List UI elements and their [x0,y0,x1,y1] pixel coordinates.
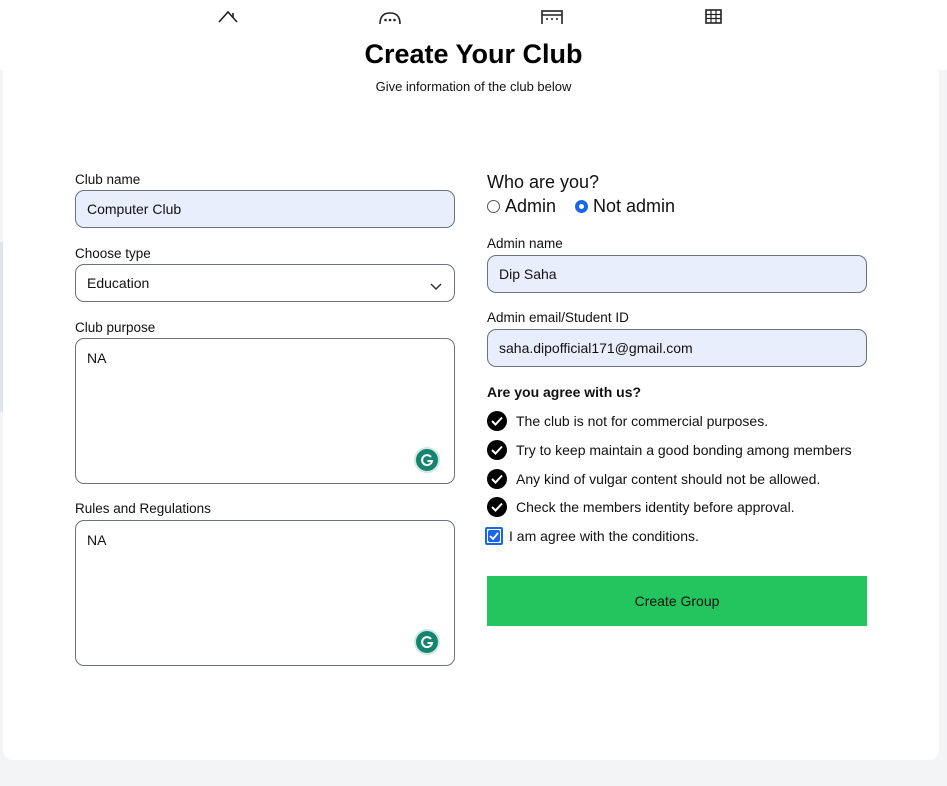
checkmark-icon [488,530,500,542]
radio-button-not-admin[interactable] [575,200,588,213]
check-circle-icon [487,469,507,489]
chevron-down-icon [430,278,442,291]
admin-name-value: Dip Saha [499,266,557,282]
radio-not-admin[interactable]: Not admin [575,196,675,217]
condition-item: Any kind of vulgar content should not be… [487,469,820,489]
condition-text: Try to keep maintain a good bonding amon… [516,442,852,458]
agree-checkbox[interactable] [485,527,503,545]
admin-email-value: saha.dipofficial171@gmail.com [499,340,693,356]
club-name-label: Club name [75,172,141,187]
condition-text: Any kind of vulgar content should not be… [516,471,821,487]
home-icon[interactable] [217,4,239,24]
role-question: Who are you? [487,172,600,192]
condition-text: The club is not for commercial purposes. [516,413,769,429]
radio-admin[interactable]: Admin [487,196,556,217]
radio-button-admin[interactable] [487,200,500,213]
admin-email-input[interactable]: saha.dipofficial171@gmail.com [487,329,867,367]
agreement-title: Are you agree with us? [487,384,642,400]
club-purpose-label: Club purpose [75,320,156,335]
admin-name-label: Admin name [487,236,563,251]
admin-name-input[interactable]: Dip Saha [487,255,867,293]
club-type-select[interactable]: Education [75,264,455,302]
calendar-icon[interactable] [541,4,563,26]
rules-label: Rules and Regulations [75,501,211,516]
condition-item: Check the members identity before approv… [487,497,795,517]
condition-item: Try to keep maintain a good bonding amon… [487,440,852,460]
club-purpose-value: NA [87,350,107,366]
club-type-value: Education [87,275,150,291]
agree-checkbox-label[interactable]: I am agree with the conditions. [509,528,699,544]
radio-admin-label: Admin [505,196,557,216]
page-title: Create Your Club [364,39,583,69]
rules-value: NA [87,532,107,548]
condition-text: Check the members identity before approv… [516,499,795,515]
rules-textarea[interactable]: NA [75,520,455,666]
club-purpose-textarea[interactable]: NA [75,338,455,484]
club-name-input[interactable]: Computer Club [75,190,455,228]
grid-icon[interactable] [704,4,726,24]
check-circle-icon [487,440,507,460]
page-subtitle: Give information of the club below [375,79,572,94]
grammarly-icon[interactable] [414,447,440,473]
chat-icon[interactable] [378,4,401,25]
condition-item: The club is not for commercial purposes. [487,411,768,431]
radio-not-admin-label: Not admin [593,196,676,216]
check-circle-icon [487,411,507,431]
admin-email-label: Admin email/Student ID [487,310,629,325]
club-name-value: Computer Club [87,201,182,217]
club-type-label: Choose type [75,246,151,261]
check-circle-icon [487,497,507,517]
grammarly-icon[interactable] [414,629,440,655]
create-group-button[interactable]: Create Group [487,576,867,626]
